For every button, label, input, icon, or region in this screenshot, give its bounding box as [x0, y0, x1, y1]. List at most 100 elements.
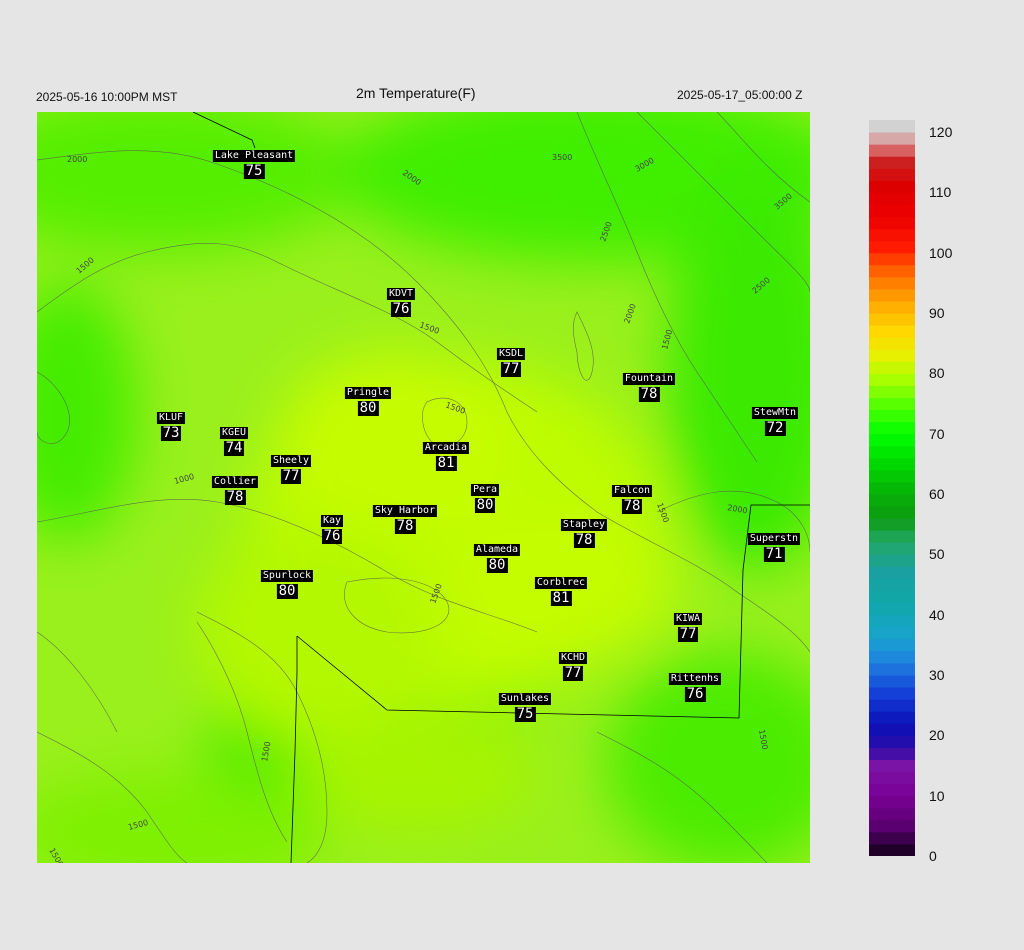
station-ksdl: KSDL 77 [496, 343, 526, 377]
station-temperature: 78 [621, 498, 643, 514]
colorbar-tick-label: 40 [929, 606, 945, 623]
colorbar-band [869, 518, 915, 531]
station-name: KIWA [673, 613, 703, 625]
station-fountain: Fountain 78 [622, 368, 676, 402]
station-temperature: 80 [486, 557, 508, 573]
colorbar-band [869, 409, 915, 423]
colorbar-band [869, 614, 915, 628]
station-temperature: 77 [677, 626, 699, 642]
colorbar-band [869, 421, 915, 435]
station-name: Sky Harbor [372, 505, 438, 517]
colorbar-band [869, 433, 915, 447]
colorbar-band [869, 349, 915, 362]
colorbar-band [869, 590, 915, 604]
station-name: Corblrec [534, 577, 588, 589]
station-temperature: 75 [514, 706, 536, 722]
station-name: Falcon [611, 485, 653, 497]
station-pringle: Pringle 80 [344, 382, 392, 416]
colorbar-band [869, 554, 915, 567]
station-name: KDVT [386, 288, 416, 300]
station-kgeu: KGEU 74 [219, 422, 249, 456]
colorbar-band [869, 494, 915, 507]
station-name: Collier [211, 476, 259, 488]
station-name: Alameda [473, 544, 521, 556]
station-temperature: 80 [474, 497, 496, 513]
station-name: Sheely [270, 455, 312, 467]
station-collier: Collier 78 [211, 471, 259, 505]
station-corblrec: Corblrec 81 [534, 572, 588, 606]
colorbar-band [869, 566, 915, 579]
colorbar-band [869, 542, 915, 555]
station-temperature: 78 [224, 489, 246, 505]
colorbar-band [869, 300, 915, 314]
station-sheely: Sheely 77 [270, 450, 312, 484]
colorbar-band [869, 819, 915, 833]
colorbar-band [869, 180, 915, 193]
station-temperature: 81 [550, 590, 572, 606]
colorbar-band [869, 192, 915, 205]
colorbar-band [869, 204, 915, 218]
station-temperature: 81 [435, 455, 457, 471]
colorbar-tick-label: 120 [929, 124, 953, 141]
temperature-colorbar [869, 120, 915, 856]
colorbar-band [869, 397, 915, 411]
station-temperature: 76 [321, 528, 343, 544]
colorbar-band [869, 373, 915, 386]
station-temperature: 76 [684, 686, 706, 702]
colorbar-band [869, 650, 915, 664]
station-arcadia: Arcadia 81 [422, 437, 470, 471]
station-name: Spurlock [260, 570, 314, 582]
contour-label: 2000 [67, 155, 87, 164]
station-kdvt: KDVT 76 [386, 283, 416, 317]
colorbar-tick-label: 100 [929, 244, 953, 261]
contour-label: 3500 [552, 153, 572, 162]
temperature-map: 2000 2000 3500 3000 3500 2500 2000 2500 … [37, 112, 810, 863]
station-name: Rittenhs [668, 673, 722, 685]
station-temperature: 77 [500, 361, 522, 377]
colorbar-band [869, 252, 915, 266]
station-name: Pringle [344, 387, 392, 399]
colorbar-band [869, 240, 915, 254]
colorbar-band [869, 506, 915, 519]
colorbar-band [869, 735, 915, 748]
colorbar-band [869, 457, 915, 471]
colorbar-band [869, 711, 915, 724]
colorbar-tick-label: 0 [929, 848, 937, 864]
station-sunlakes: Sunlakes 75 [498, 688, 552, 722]
station-temperature: 77 [280, 468, 302, 484]
colorbar-tick-label: 60 [929, 486, 945, 503]
colorbar-band [869, 325, 915, 338]
station-falcon: Falcon 78 [611, 480, 653, 514]
colorbar-tick-label: 10 [929, 787, 945, 804]
colorbar-band [869, 385, 915, 399]
station-kay: Kay 76 [320, 510, 344, 544]
colorbar-tick-label: 30 [929, 667, 945, 684]
station-name: StewMtn [751, 407, 799, 419]
station-name: Sunlakes [498, 693, 552, 705]
station-name: KSDL [496, 348, 526, 360]
station-name: KLUF [156, 412, 186, 424]
station-temperature: 77 [562, 665, 584, 681]
station-temperature: 71 [763, 546, 785, 562]
colorbar-band [869, 264, 915, 278]
station-name: Arcadia [422, 442, 470, 454]
colorbar-band [869, 675, 915, 688]
station-sky-harbor: Sky Harbor 78 [372, 500, 438, 534]
colorbar-band [869, 843, 915, 856]
colorbar-band [869, 337, 915, 350]
valid-time-local: 2025-05-16 10:00PM MST [36, 90, 178, 104]
station-temperature: 80 [276, 583, 298, 599]
colorbar-band [869, 638, 915, 652]
station-kchd: KCHD 77 [558, 647, 588, 681]
station-temperature: 72 [764, 420, 786, 436]
station-name: Kay [320, 515, 344, 527]
colorbar-band [869, 313, 915, 326]
colorbar-band [869, 469, 915, 483]
colorbar-band [869, 771, 915, 785]
colorbar-band [869, 120, 915, 133]
colorbar-band [869, 662, 915, 676]
station-alameda: Alameda 80 [473, 539, 521, 573]
colorbar-tick-label: 50 [929, 546, 945, 563]
colorbar-band [869, 144, 915, 157]
colorbar-band [869, 831, 915, 845]
